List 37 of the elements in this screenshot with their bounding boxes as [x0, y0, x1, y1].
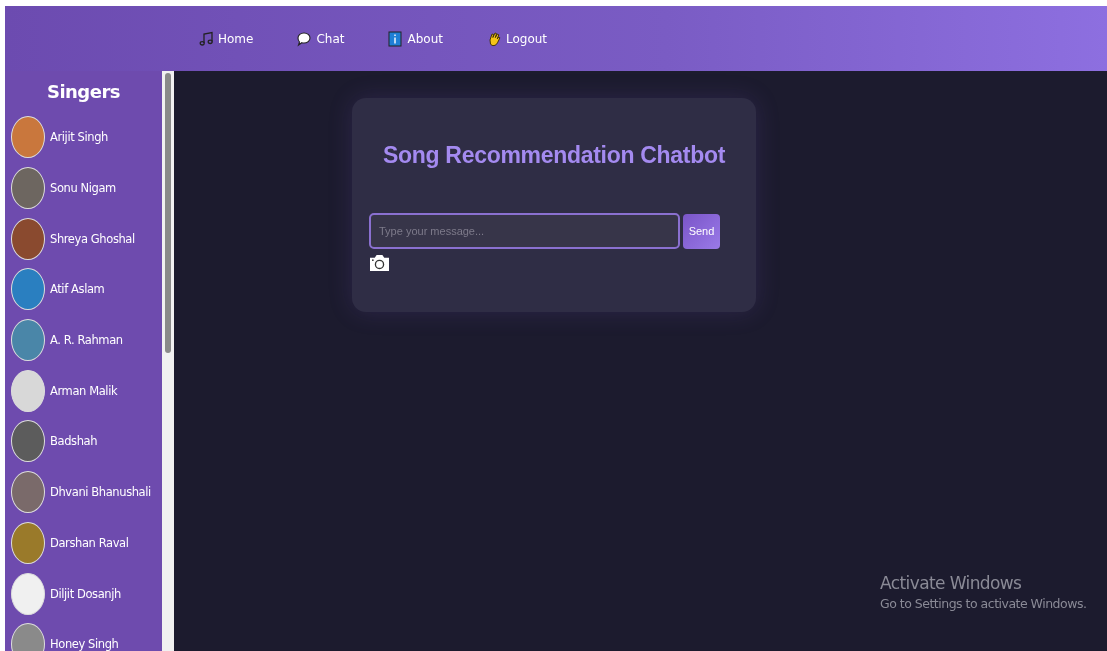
- singer-item[interactable]: Sonu Nigam: [5, 162, 162, 214]
- avatar-placeholder: [11, 116, 45, 159]
- avatar-placeholder: [11, 420, 45, 463]
- sidebar-title: Singers: [45, 81, 122, 102]
- singer-item[interactable]: Darshan Raval: [5, 517, 162, 569]
- activation-notice-text: Go to Settings to activate Windows.: [880, 596, 1087, 611]
- singer-item[interactable]: Arman Malik: [5, 365, 162, 417]
- singer-item[interactable]: A. R. Rahman: [5, 314, 162, 366]
- music-note-icon: [198, 30, 214, 47]
- info-icon: [387, 30, 404, 47]
- nav-link[interactable]: Chat: [296, 30, 345, 47]
- speech-bubble-icon: [296, 30, 313, 47]
- camera-icon[interactable]: [369, 253, 390, 272]
- message-input-field[interactable]: Type your message...: [369, 213, 680, 249]
- avatar-placeholder: [11, 268, 45, 311]
- singer-item[interactable]: Arijit Singh: [5, 112, 162, 163]
- singer-item[interactable]: Dhvani Bhanushali: [5, 466, 162, 518]
- avatar-placeholder: [11, 217, 45, 260]
- send-button[interactable]: Send: [683, 213, 720, 249]
- scrollbar-thumb[interactable]: [165, 73, 171, 353]
- activation-notice-title: Activate Windows: [880, 573, 1023, 593]
- singer-item[interactable]: Honey Singh: [5, 618, 162, 651]
- singer-item[interactable]: Badshah: [5, 416, 162, 467]
- avatar-placeholder: [11, 471, 45, 514]
- chat-title: Song Recommendation Chatbot: [382, 142, 726, 169]
- singer-item[interactable]: Atif Aslam: [5, 264, 162, 315]
- avatar-placeholder: [11, 521, 45, 564]
- singer-item[interactable]: Diljit Dosanjh: [5, 568, 162, 619]
- nav-link[interactable]: Home: [198, 30, 254, 47]
- nav-link[interactable]: Logout: [485, 30, 548, 47]
- avatar-placeholder: [11, 572, 45, 615]
- scrollbar[interactable]: [162, 71, 174, 651]
- nav-link[interactable]: About: [387, 30, 443, 47]
- singer-item[interactable]: Shreya Ghoshal: [5, 213, 162, 265]
- avatar-placeholder: [11, 167, 45, 210]
- avatar-placeholder: [11, 319, 45, 362]
- avatar-placeholder: [11, 369, 45, 412]
